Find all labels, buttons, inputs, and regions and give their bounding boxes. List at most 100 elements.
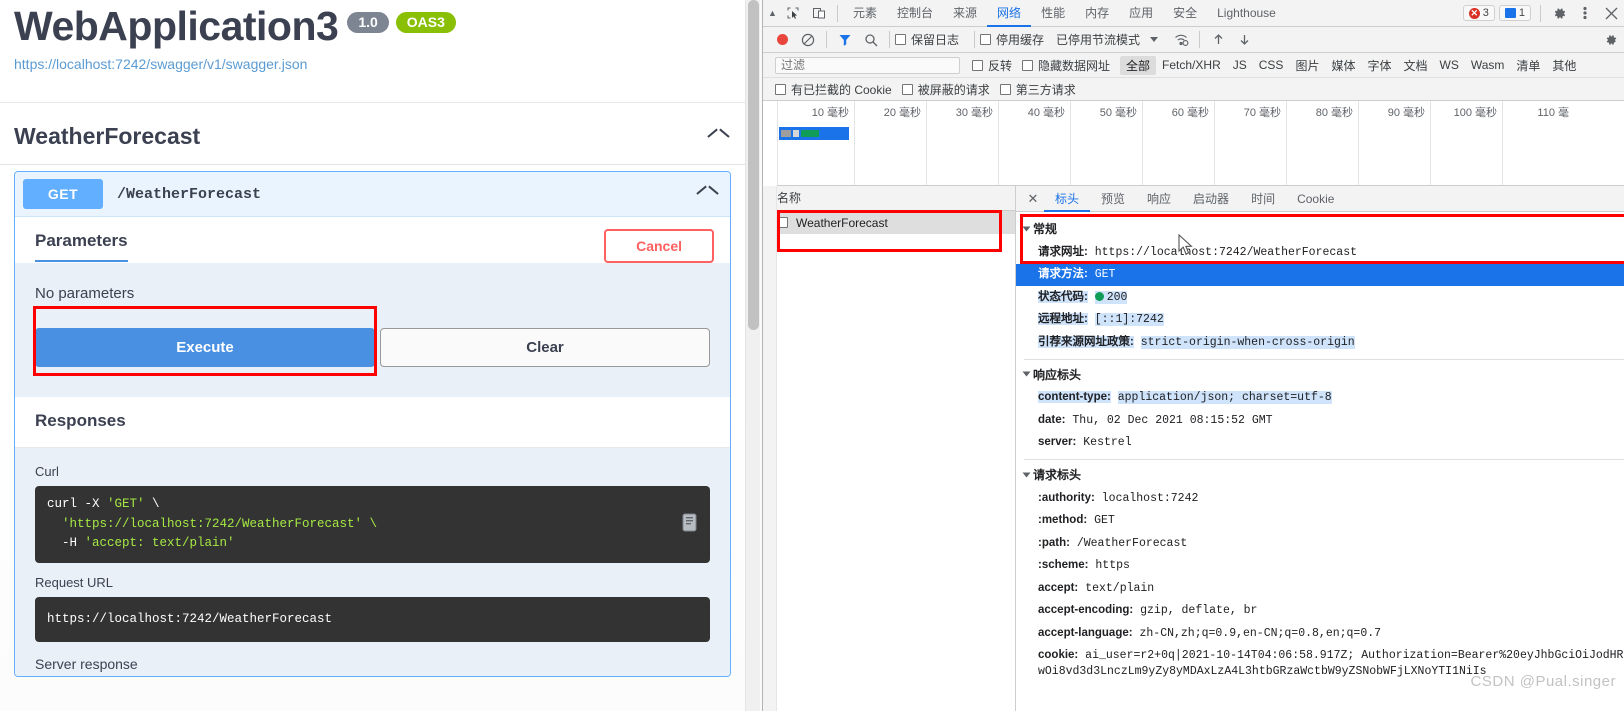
curl-code-block[interactable]: curl -X 'GET' \ 'https://localhost:7242/… <box>35 486 710 563</box>
header-key: accept: <box>1038 581 1079 594</box>
third-party-checkbox[interactable]: 第三方请求 <box>999 81 1076 98</box>
tab-network[interactable]: 网络 <box>987 0 1031 27</box>
header-key: accept-language: <box>1038 626 1133 639</box>
request-list-row[interactable]: WeatherForecast <box>763 211 1015 234</box>
curl-line3-header: 'accept: text/plain' <box>84 536 235 551</box>
filter-type-js[interactable]: JS <box>1227 57 1253 73</box>
hide-data-urls-checkbox[interactable]: 隐藏数据网址 <box>1022 57 1110 74</box>
close-devtools-icon[interactable] <box>1598 0 1624 26</box>
record-button[interactable] <box>769 27 795 53</box>
message-icon <box>1504 8 1516 18</box>
export-har-icon[interactable] <box>1231 27 1257 53</box>
timeline-bar-segment-download <box>801 130 819 137</box>
inspect-element-icon[interactable] <box>780 0 806 26</box>
message-count-badge[interactable]: 1 <box>1498 5 1531 21</box>
request-headers-group-title[interactable]: 请求标头 <box>1016 460 1624 487</box>
throttle-select-label[interactable]: 已停用节流模式 <box>1056 31 1140 48</box>
filter-type-img[interactable]: 图片 <box>1289 56 1325 75</box>
tab-security[interactable]: 安全 <box>1163 0 1207 27</box>
header-row-request-method[interactable]: 请求方法: GET <box>1016 263 1624 287</box>
collapse-caret-icon[interactable]: ▲ <box>765 8 780 18</box>
tag-section-header[interactable]: WeatherForecast <box>0 103 745 166</box>
request-list-column-header[interactable]: 名称 <box>763 186 1015 211</box>
header-row-method: :method: GET <box>1016 510 1624 533</box>
tab-console[interactable]: 控制台 <box>887 0 943 27</box>
request-row-checkbox-icon[interactable] <box>777 217 788 228</box>
header-row-accept: accept: text/plain <box>1016 577 1624 600</box>
disable-cache-label: 停用缓存 <box>996 33 1045 47</box>
filter-type-wasm[interactable]: Wasm <box>1465 57 1511 73</box>
swagger-scrollbar[interactable] <box>745 0 760 711</box>
error-count-badge[interactable]: ✕ 3 <box>1462 5 1495 21</box>
clear-requests-icon[interactable] <box>795 27 821 53</box>
spec-url-link[interactable]: https://localhost:7242/swagger/v1/swagge… <box>14 56 731 72</box>
operation-chevron-up-icon[interactable] <box>697 188 718 200</box>
operation-block: GET /WeatherForecast Parameters Cancel N… <box>14 171 731 677</box>
clear-button[interactable]: Clear <box>380 328 710 368</box>
filter-type-doc[interactable]: 文档 <box>1397 56 1433 75</box>
network-conditions-icon[interactable] <box>1168 27 1194 53</box>
operation-summary[interactable]: GET /WeatherForecast <box>15 172 730 218</box>
filter-type-fetch-xhr[interactable]: Fetch/XHR <box>1156 57 1227 73</box>
chevron-up-icon[interactable] <box>708 131 729 143</box>
tab-performance[interactable]: 性能 <box>1031 0 1075 27</box>
blocked-cookies-checkbox[interactable]: 有已拦截的 Cookie <box>775 81 892 98</box>
filter-type-ws[interactable]: WS <box>1434 57 1465 73</box>
network-bottom-split: 名称 WeatherForecast ✕ 标头 预览 响应 启动器 时间 Coo… <box>763 186 1624 711</box>
request-name: WeatherForecast <box>796 215 888 230</box>
detail-tab-cookies[interactable]: Cookie <box>1286 186 1345 212</box>
filter-type-css[interactable]: CSS <box>1253 57 1290 73</box>
detail-tab-response[interactable]: 响应 <box>1136 186 1182 212</box>
import-har-icon[interactable] <box>1205 27 1231 53</box>
network-settings-gear-icon[interactable] <box>1598 27 1624 53</box>
swagger-scrollbar-thumb[interactable] <box>748 0 759 330</box>
net-divider-1 <box>826 31 827 48</box>
search-icon[interactable] <box>858 27 884 53</box>
copy-icon[interactable] <box>680 513 700 535</box>
header-row-status-code: 状态代码: 200 <box>1016 286 1624 309</box>
timeline-tick: 80 毫秒 <box>1286 101 1358 185</box>
cancel-button[interactable]: Cancel <box>604 229 714 264</box>
invert-filter-checkbox[interactable]: 反转 <box>972 57 1012 74</box>
detail-tab-preview[interactable]: 预览 <box>1090 186 1136 212</box>
filter-type-all[interactable]: 全部 <box>1120 55 1157 75</box>
blocked-requests-checkbox[interactable]: 被屏蔽的请求 <box>901 81 990 98</box>
detail-tab-initiator[interactable]: 启动器 <box>1182 186 1240 212</box>
net-divider-3 <box>974 31 976 48</box>
device-toolbar-icon[interactable] <box>806 0 832 26</box>
tab-memory[interactable]: 内存 <box>1075 0 1119 27</box>
general-group-title[interactable]: 常规 <box>1016 214 1624 241</box>
close-detail-icon[interactable]: ✕ <box>1022 191 1044 207</box>
request-url-block: https://localhost:7242/WeatherForecast <box>35 596 710 642</box>
filter-funnel-icon[interactable] <box>832 27 858 53</box>
tab-sources[interactable]: 来源 <box>943 0 987 27</box>
disable-cache-checkbox[interactable]: 停用缓存 <box>980 31 1044 48</box>
tab-lighthouse[interactable]: Lighthouse <box>1207 0 1286 27</box>
preserve-log-checkbox[interactable]: 保留日志 <box>895 31 959 48</box>
header-value: Thu, 02 Dec 2021 08:15:52 GMT <box>1072 413 1273 427</box>
filter-type-media[interactable]: 媒体 <box>1325 56 1361 75</box>
execute-button[interactable]: Execute <box>35 328 375 368</box>
detail-tab-timing[interactable]: 时间 <box>1240 186 1286 212</box>
response-headers-group-title[interactable]: 响应标头 <box>1016 360 1624 387</box>
header-value: Kestrel <box>1083 436 1132 450</box>
timeline-tick: 100 毫秒 <box>1430 101 1502 185</box>
chevron-down-icon[interactable] <box>1150 37 1159 42</box>
filter-type-font[interactable]: 字体 <box>1361 56 1397 75</box>
status-code-wrap: 200 <box>1094 290 1128 304</box>
gear-icon[interactable] <box>1546 0 1572 26</box>
more-options-icon[interactable] <box>1572 0 1598 26</box>
tab-application[interactable]: 应用 <box>1119 0 1163 27</box>
curl-line1-prefix: curl -X <box>47 497 108 512</box>
header-value: localhost:7242 <box>1101 491 1199 505</box>
filter-input[interactable] <box>775 56 960 74</box>
swagger-scroll-area: WebApplication3 1.0 OAS3 https://localho… <box>0 0 745 711</box>
header-row-content-type: content-type: application/json; charset=… <box>1016 387 1624 410</box>
tab-elements[interactable]: 元素 <box>843 0 887 27</box>
filter-type-other[interactable]: 其他 <box>1546 56 1582 75</box>
filter-type-manifest[interactable]: 清单 <box>1510 56 1546 75</box>
detail-tab-headers[interactable]: 标头 <box>1044 186 1090 212</box>
network-timeline-overview[interactable]: 10 毫秒 20 毫秒 30 毫秒 40 毫秒 50 毫秒 60 毫秒 70 毫… <box>777 101 1624 186</box>
header-value: GET <box>1094 268 1116 282</box>
timeline-tick: 10 毫秒 <box>777 101 854 185</box>
